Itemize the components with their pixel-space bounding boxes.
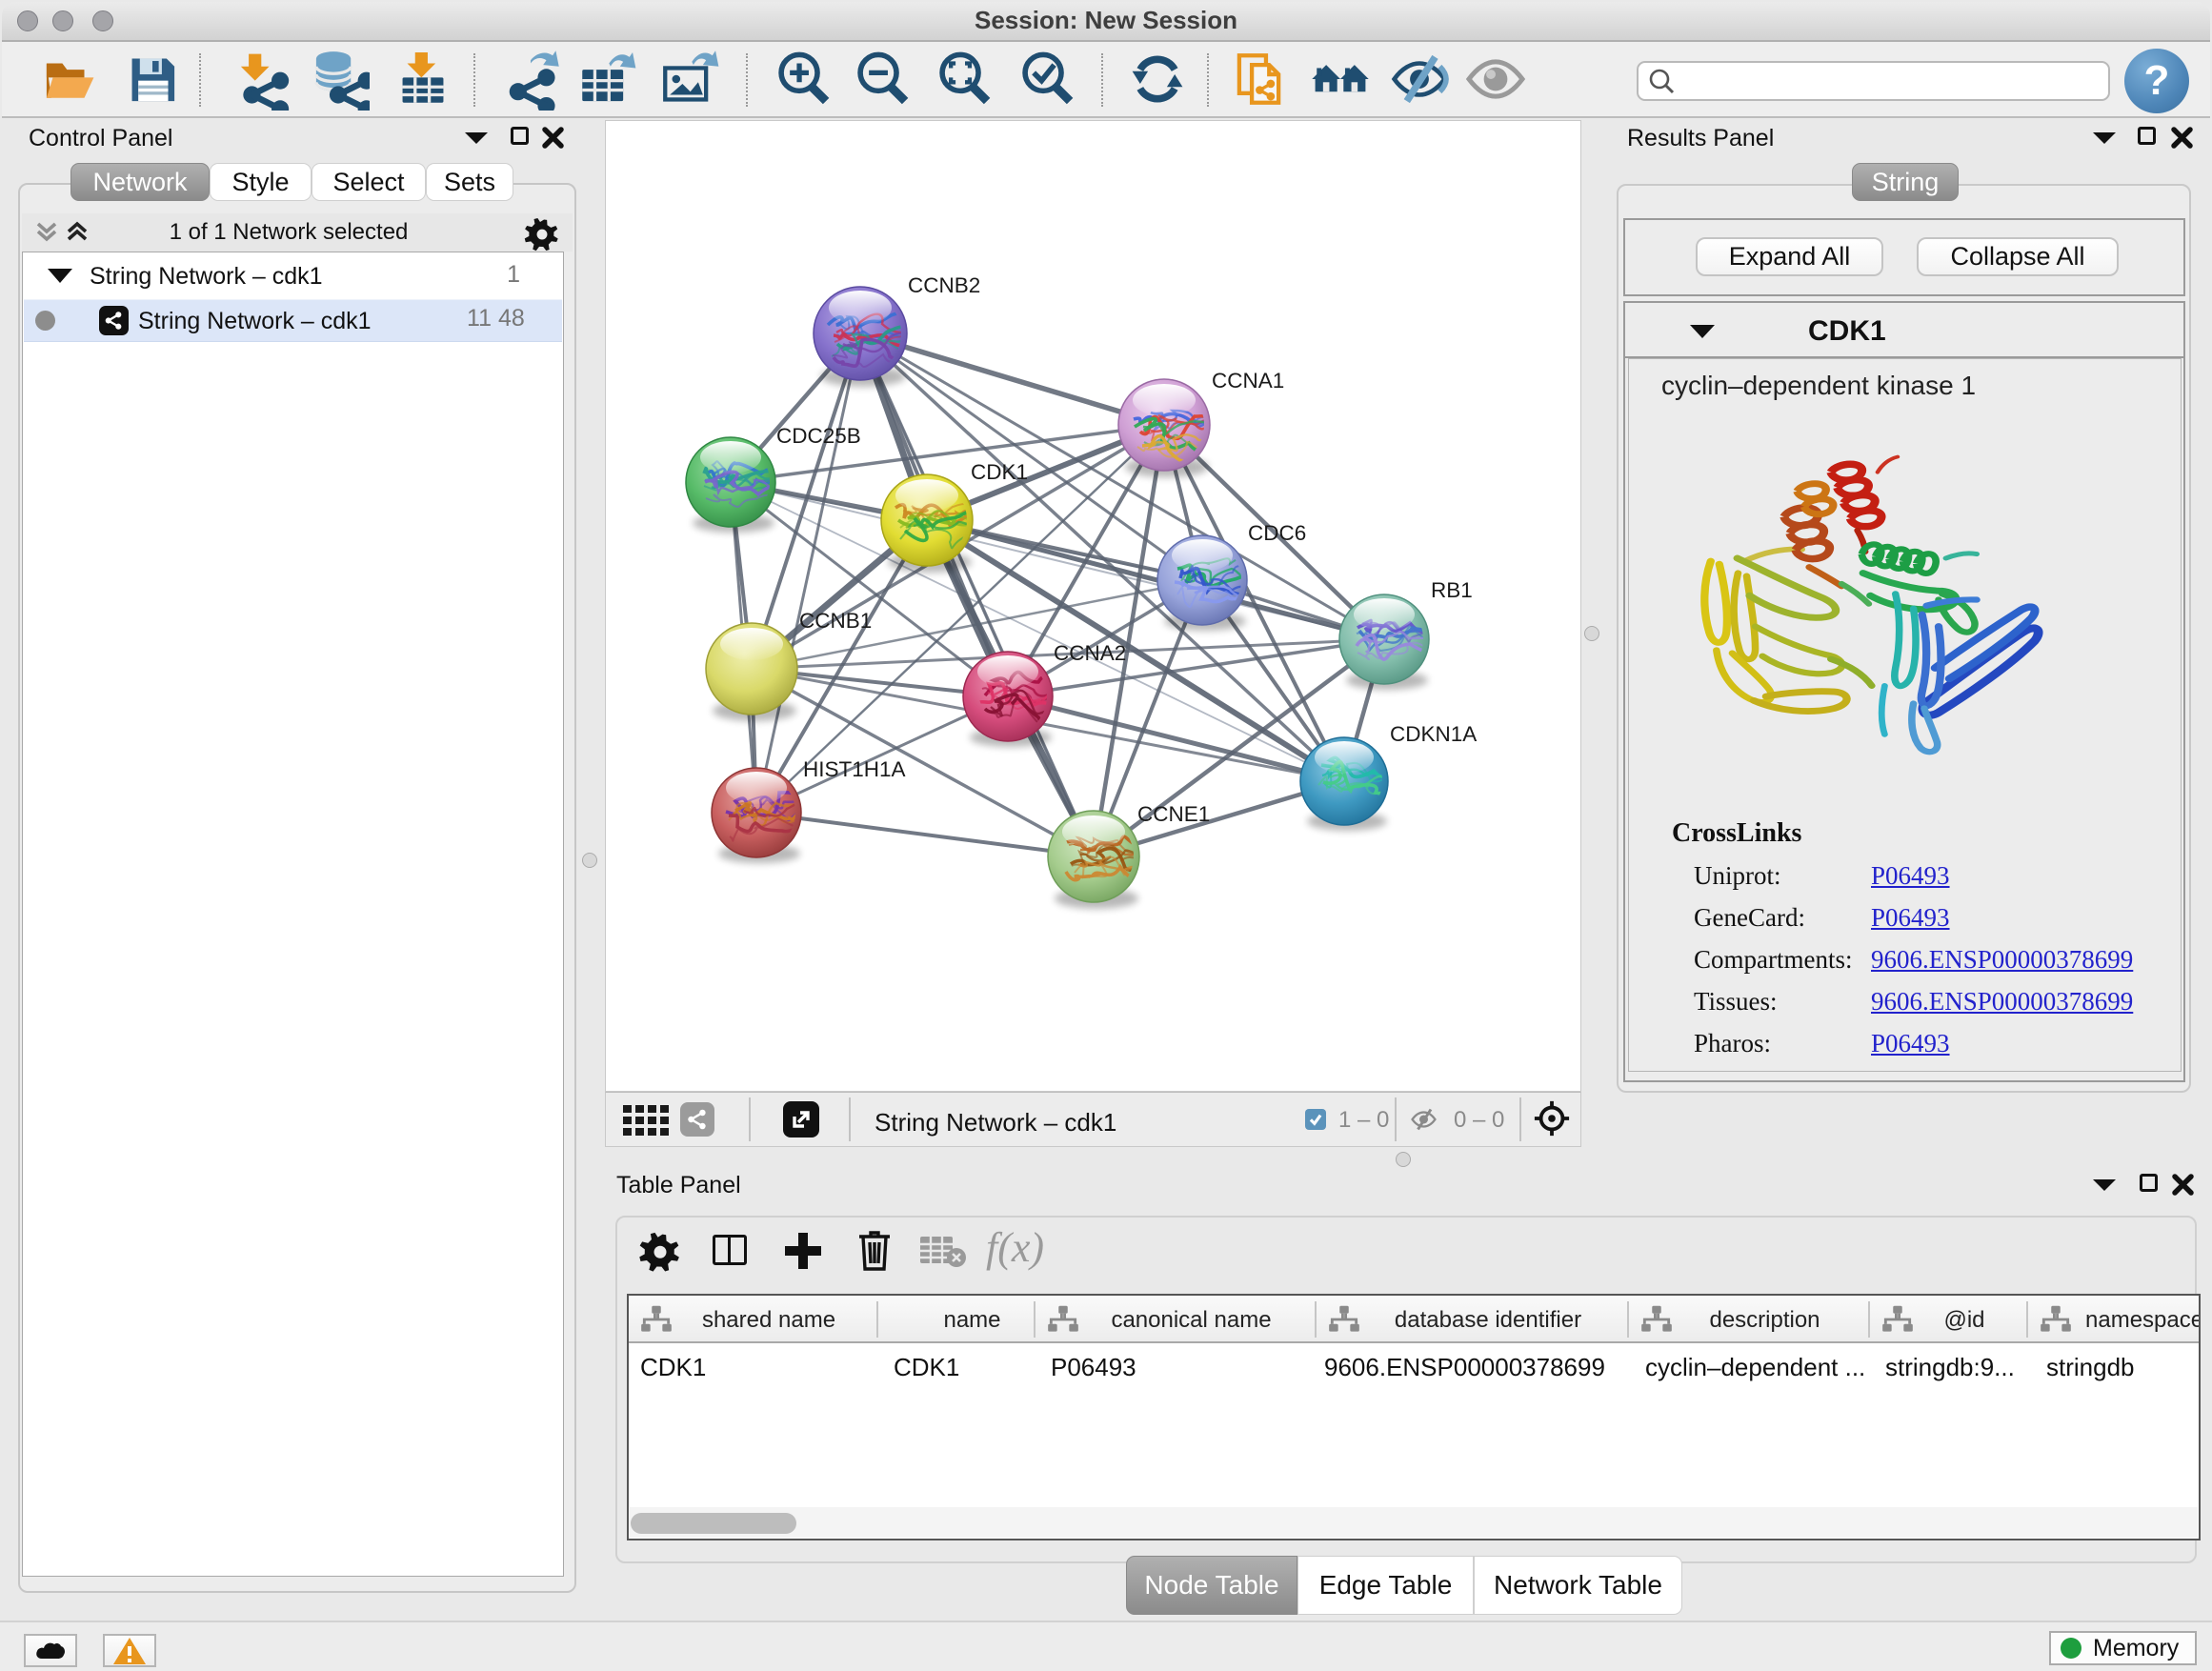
svg-text:CCNE1: CCNE1 [1137, 802, 1210, 826]
svg-text:CCNB2: CCNB2 [908, 273, 980, 297]
svg-text:CDC25B: CDC25B [776, 424, 861, 448]
svg-text:HIST1H1A: HIST1H1A [803, 757, 906, 781]
svg-text:CDK1: CDK1 [971, 460, 1028, 484]
svg-text:CCNA1: CCNA1 [1212, 369, 1284, 393]
svg-text:RB1: RB1 [1431, 578, 1473, 602]
svg-text:CDKN1A: CDKN1A [1390, 722, 1477, 746]
svg-text:CCNA2: CCNA2 [1054, 641, 1126, 665]
svg-text:CDC6: CDC6 [1248, 521, 1306, 545]
svg-text:CCNB1: CCNB1 [799, 609, 872, 633]
